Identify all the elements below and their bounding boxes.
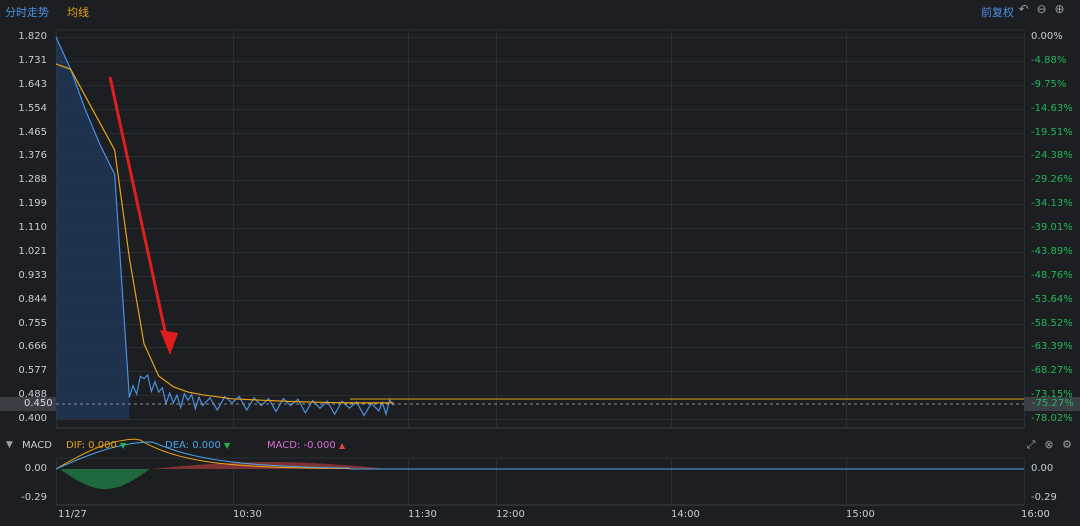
time-label: 15:00 xyxy=(846,509,875,520)
price-axis-label: 1.643 xyxy=(18,78,47,90)
price-axis-label: 0.933 xyxy=(18,269,47,281)
percent-axis-label: -63.39% xyxy=(1031,341,1073,353)
close-icon[interactable]: ⊗ xyxy=(1043,439,1055,451)
gear-icon[interactable]: ⚙ xyxy=(1061,439,1073,451)
percent-axis-label: -68.27% xyxy=(1031,365,1073,377)
price-axis-label: 0.755 xyxy=(18,317,47,329)
time-label: 11/27 xyxy=(58,509,87,520)
percent-axis-label: -53.64% xyxy=(1031,293,1073,305)
percent-axis-label: -9.75% xyxy=(1031,78,1067,90)
percent-axis-label: -39.01% xyxy=(1031,222,1073,233)
price-axis-label: 1.554 xyxy=(18,102,47,114)
percent-axis-label: -43.89% xyxy=(1031,245,1073,257)
macd-axis-label: -0.29 xyxy=(21,492,47,503)
percent-axis-label: -24.38% xyxy=(1031,150,1073,162)
time-label: 12:00 xyxy=(496,509,525,520)
percent-axis-label: -14.63% xyxy=(1031,102,1073,114)
expand-icon[interactable]: ⤢ xyxy=(1025,439,1037,451)
down-arrow-icon: ▼ xyxy=(224,441,231,450)
percent-axis-label: -19.51% xyxy=(1031,126,1073,138)
time-label: 11:30 xyxy=(408,509,437,520)
time-label: 16:00 xyxy=(1021,509,1050,520)
up-arrow-icon: ▲ xyxy=(338,441,346,450)
price-axis-label: 1.021 xyxy=(18,245,47,257)
percent-axis-label: -78.02% xyxy=(1031,413,1073,424)
price-axis-label: 0.577 xyxy=(18,365,47,377)
price-axis-label: 1.376 xyxy=(18,150,47,162)
macd-title[interactable]: MACD xyxy=(22,440,52,451)
price-axis-label: 0.666 xyxy=(18,341,47,353)
time-label: 10:30 xyxy=(233,509,262,520)
macd-value: MACD: -0.000 ▲ xyxy=(267,440,346,451)
macd-axis-label: 0.00 xyxy=(24,463,47,474)
price-axis-label: 1.199 xyxy=(18,198,47,210)
percent-axis-label: -58.52% xyxy=(1031,317,1073,329)
price-axis-label: 1.820 xyxy=(18,31,47,42)
percent-axis-label: -29.26% xyxy=(1031,174,1073,186)
percent-axis-label: 0.00% xyxy=(1031,31,1063,42)
price-axis-label: 1.288 xyxy=(18,174,47,186)
macd-histogram xyxy=(61,462,389,489)
down-arrow-icon: ▼ xyxy=(120,441,127,450)
current-percent-tag: -75.27% xyxy=(1024,397,1080,411)
time-label: 14:00 xyxy=(671,509,700,520)
percent-axis-label: -48.76% xyxy=(1031,269,1073,281)
price-axis-label: 1.465 xyxy=(18,126,47,138)
price-axis-label: 1.731 xyxy=(18,54,47,66)
current-price-tag: 0.450 xyxy=(0,397,56,411)
percent-axis-label: -34.13% xyxy=(1031,198,1073,210)
price-axis-label: 0.844 xyxy=(18,293,47,305)
trend-arrow-head xyxy=(160,330,178,355)
macd-header: ▼ MACD DIF: 0.000 ▼ DEA: 0.000 ▼ MACD: -… xyxy=(0,437,1080,455)
chart-grid xyxy=(56,29,1025,506)
macd-axis-label-right: 0.00 xyxy=(1031,463,1054,474)
collapse-icon[interactable]: ▼ xyxy=(6,440,13,450)
dea-value: DEA: 0.000 ▼ xyxy=(165,440,231,451)
price-axis-label: 0.400 xyxy=(18,413,47,424)
dif-value: DIF: 0.000 ▼ xyxy=(66,440,127,451)
percent-axis-label: -4.88% xyxy=(1031,54,1067,66)
price-axis-label: 1.110 xyxy=(18,222,47,233)
macd-axis-label-right: -0.29 xyxy=(1031,492,1057,503)
